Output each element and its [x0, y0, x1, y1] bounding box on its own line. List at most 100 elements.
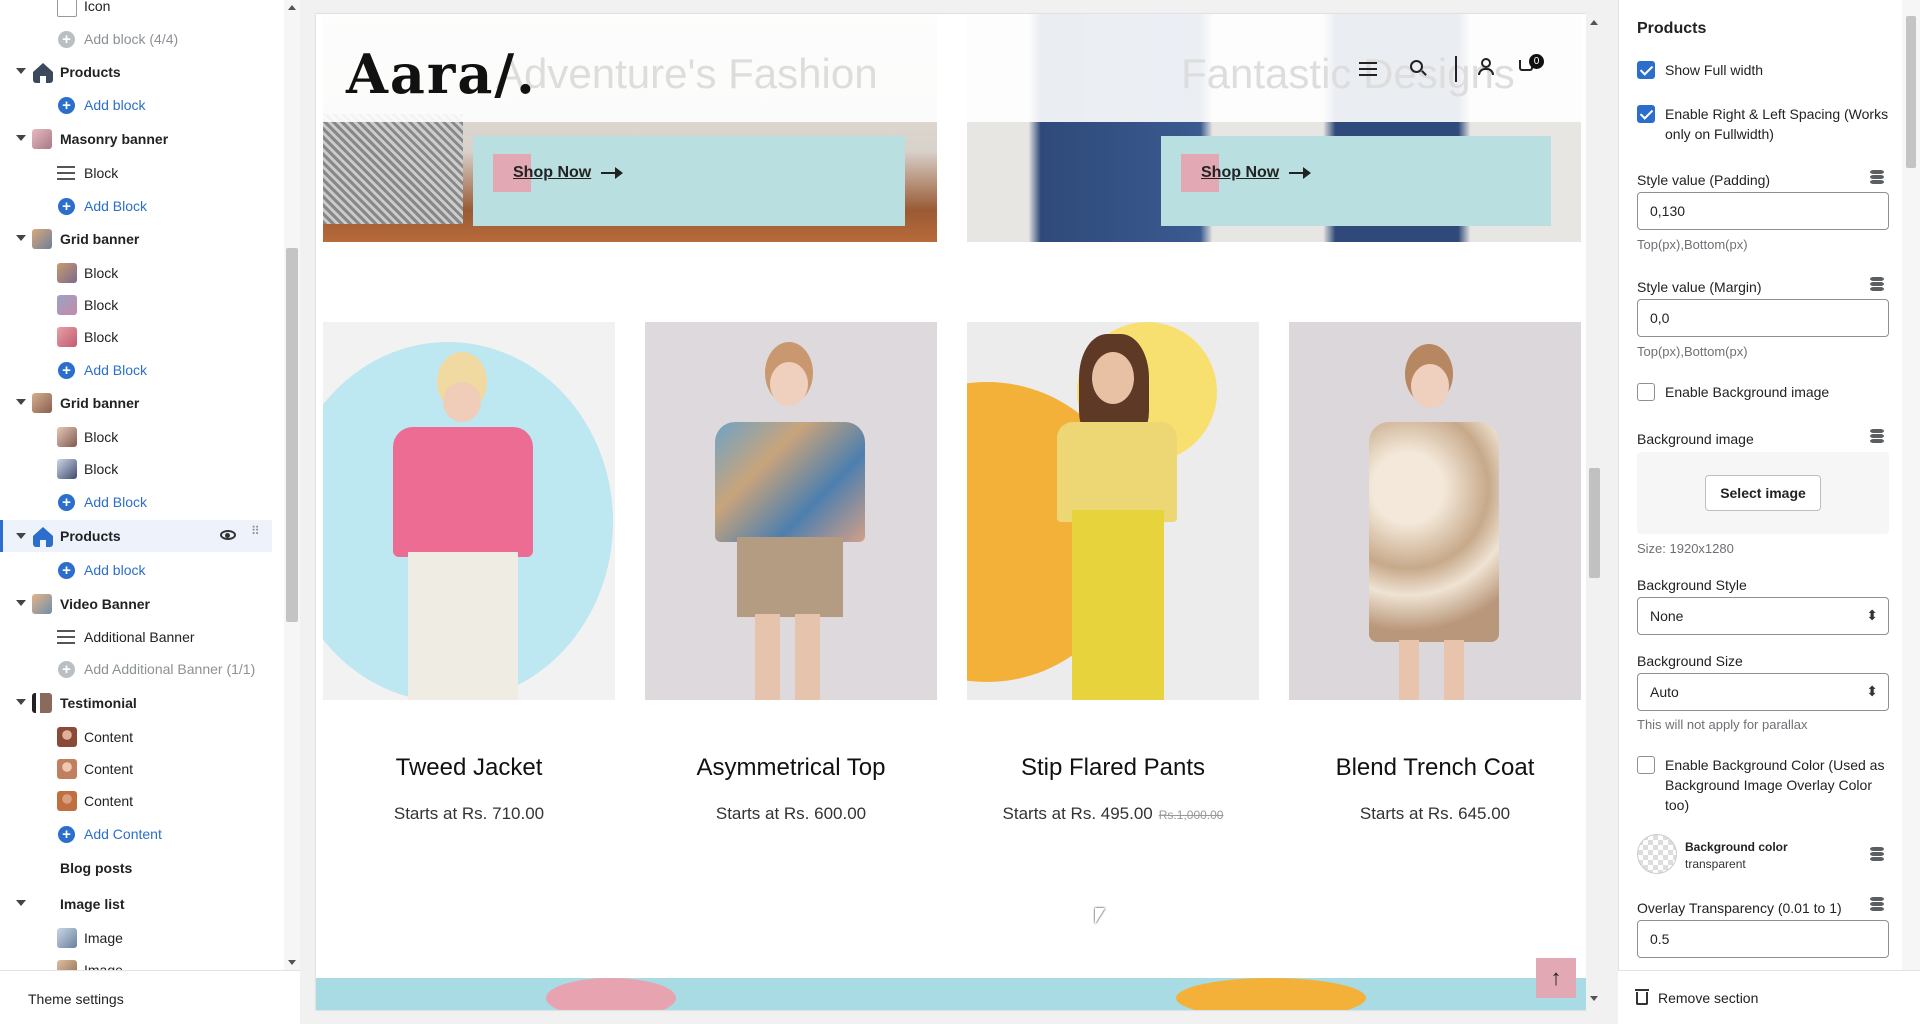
banner-cta-box: Shop Now [473, 136, 905, 226]
dynamic-source-icon[interactable] [1870, 429, 1886, 445]
tree-block[interactable]: Image [0, 923, 272, 953]
tree-section-testimonial[interactable]: Testimonial [0, 688, 272, 718]
tree-block[interactable]: Content [0, 786, 272, 816]
scroll-down-arrow-icon[interactable] [1590, 996, 1598, 1001]
bg-color-label: Background color [1685, 840, 1788, 854]
tree-section-products[interactable]: Products [0, 57, 272, 87]
add-block-button[interactable]: + Add Block [0, 487, 272, 517]
dynamic-source-icon[interactable] [1870, 277, 1886, 293]
avatar-thumbnail-icon [57, 791, 77, 811]
product-card[interactable]: Blend Trench Coat Starts at Rs. 645.00 [1289, 322, 1581, 823]
arrow-up-icon: ↑ [1550, 965, 1562, 990]
tree-block[interactable]: Block [0, 454, 272, 484]
caret-down-icon [16, 533, 26, 539]
enable-bg-image-checkbox[interactable] [1637, 383, 1655, 401]
bg-style-select[interactable]: None [1637, 597, 1889, 635]
drag-handle-icon[interactable]: ⠿ [251, 525, 261, 537]
theme-settings-button[interactable]: Theme settings [0, 970, 300, 1024]
tree-block[interactable]: Block [0, 158, 272, 188]
tree-block[interactable]: Additional Banner [0, 622, 272, 652]
tree-block[interactable]: Block [0, 422, 272, 452]
select-image-button[interactable]: Select image [1705, 475, 1821, 511]
overlay-input[interactable]: 0.5 [1637, 920, 1889, 958]
bg-color-swatch[interactable] [1637, 834, 1677, 874]
tree-section-masonry-banner[interactable]: Masonry banner [0, 124, 272, 154]
banner-thumbnail-icon [32, 393, 52, 413]
tree-section-grid-banner[interactable]: Grid banner [0, 224, 272, 254]
tree-block[interactable]: Content [0, 722, 272, 752]
product-name[interactable]: Stip Flared Pants [967, 754, 1259, 782]
dynamic-source-icon[interactable] [1870, 170, 1886, 186]
tree-block[interactable]: Block [0, 290, 272, 320]
plus-icon: + [58, 562, 75, 579]
banner-thumbnail-icon [32, 129, 52, 149]
bg-size-select[interactable]: Auto [1637, 673, 1889, 711]
menu-icon[interactable] [1359, 62, 1377, 76]
cart-count-badge: 0 [1529, 54, 1544, 69]
sidebar-scrollbar-thumb[interactable] [286, 248, 298, 622]
tree-block[interactable]: Content [0, 754, 272, 784]
overlay-label: Overlay Transparency (0.01 to 1) [1637, 900, 1842, 916]
product-card[interactable]: Asymmetrical Top Starts at Rs. 600.00 [645, 322, 937, 823]
size-hint: Size: 1920x1280 [1637, 541, 1734, 556]
add-block-button[interactable]: + Add block (4/4) [0, 24, 272, 54]
enable-bg-image-label: Enable Background image [1665, 384, 1830, 400]
store-logo[interactable]: Aara/. [346, 42, 537, 106]
plus-icon: + [58, 198, 75, 215]
product-name[interactable]: Blend Trench Coat [1289, 754, 1581, 782]
product-card[interactable]: Tweed Jacket Starts at Rs. 710.00 [323, 322, 615, 823]
enable-bg-color-checkbox[interactable] [1637, 756, 1655, 774]
scroll-up-arrow-icon[interactable] [1590, 20, 1598, 25]
eye-icon[interactable] [220, 530, 236, 540]
image-picker: Select image [1637, 452, 1889, 534]
scroll-to-top-button[interactable]: ↑ [1536, 958, 1576, 998]
settings-scrollbar-thumb[interactable] [1906, 16, 1916, 168]
add-block-button[interactable]: + Add Block [0, 355, 272, 385]
tree-block[interactable]: Image [0, 955, 272, 970]
add-block-button[interactable]: + Add Block [0, 191, 272, 221]
remove-section-button[interactable]: Remove section [1618, 970, 1920, 1024]
shop-now-link[interactable]: Shop Now [513, 164, 591, 182]
tree-block[interactable]: Block [0, 258, 272, 288]
product-image[interactable] [323, 322, 615, 700]
product-image[interactable] [645, 322, 937, 700]
product-name[interactable]: Tweed Jacket [323, 754, 615, 782]
padding-input[interactable]: 0,130 [1637, 192, 1889, 230]
search-icon[interactable] [1410, 60, 1427, 76]
dynamic-source-icon[interactable] [1870, 897, 1886, 913]
text-lines-icon [57, 166, 77, 186]
tree-section-grid-banner[interactable]: Grid banner [0, 388, 272, 418]
enable-spacing-checkbox[interactable] [1637, 105, 1655, 123]
products-section-icon [33, 63, 53, 83]
tree-block-icon[interactable]: Icon [0, 0, 272, 22]
settings-title: Products [1637, 20, 1707, 37]
image-thumbnail-icon [57, 960, 77, 970]
preview-scrollbar-thumb[interactable] [1589, 468, 1600, 578]
tree-section-blog-posts[interactable]: Blog posts [0, 853, 272, 883]
shop-now-link[interactable]: Shop Now [1201, 164, 1279, 182]
product-image[interactable] [967, 322, 1259, 700]
plus-icon: + [58, 362, 75, 379]
product-name[interactable]: Asymmetrical Top [645, 754, 937, 782]
next-section-strip [316, 978, 1586, 1010]
scroll-down-arrow-icon[interactable] [288, 960, 296, 965]
add-content-button[interactable]: + Add Content [0, 819, 272, 849]
scroll-up-arrow-icon[interactable] [288, 5, 296, 10]
product-image[interactable] [1289, 322, 1581, 700]
tree-section-video-banner[interactable]: Video Banner [0, 589, 272, 619]
dynamic-source-icon[interactable] [1870, 847, 1886, 863]
tree-section-image-list[interactable]: Image list [0, 889, 272, 919]
account-icon[interactable] [1478, 58, 1494, 75]
product-card[interactable]: Stip Flared Pants Starts at Rs. 495.00 Rs… [967, 322, 1259, 823]
tree-section-products-selected[interactable]: Products ⠿ [0, 520, 272, 552]
caret-down-icon [16, 900, 26, 906]
remove-section-label: Remove section [1658, 990, 1759, 1006]
add-block-button[interactable]: + Add block [0, 555, 272, 585]
add-block-button[interactable]: + Add block [0, 90, 272, 120]
tree-block[interactable]: Block [0, 322, 272, 352]
caret-down-icon [16, 235, 26, 241]
margin-input[interactable]: 0,0 [1637, 299, 1889, 337]
caret-down-icon [16, 68, 26, 74]
show-full-width-checkbox[interactable] [1637, 61, 1655, 79]
add-additional-banner-button[interactable]: + Add Additional Banner (1/1) [0, 654, 272, 684]
